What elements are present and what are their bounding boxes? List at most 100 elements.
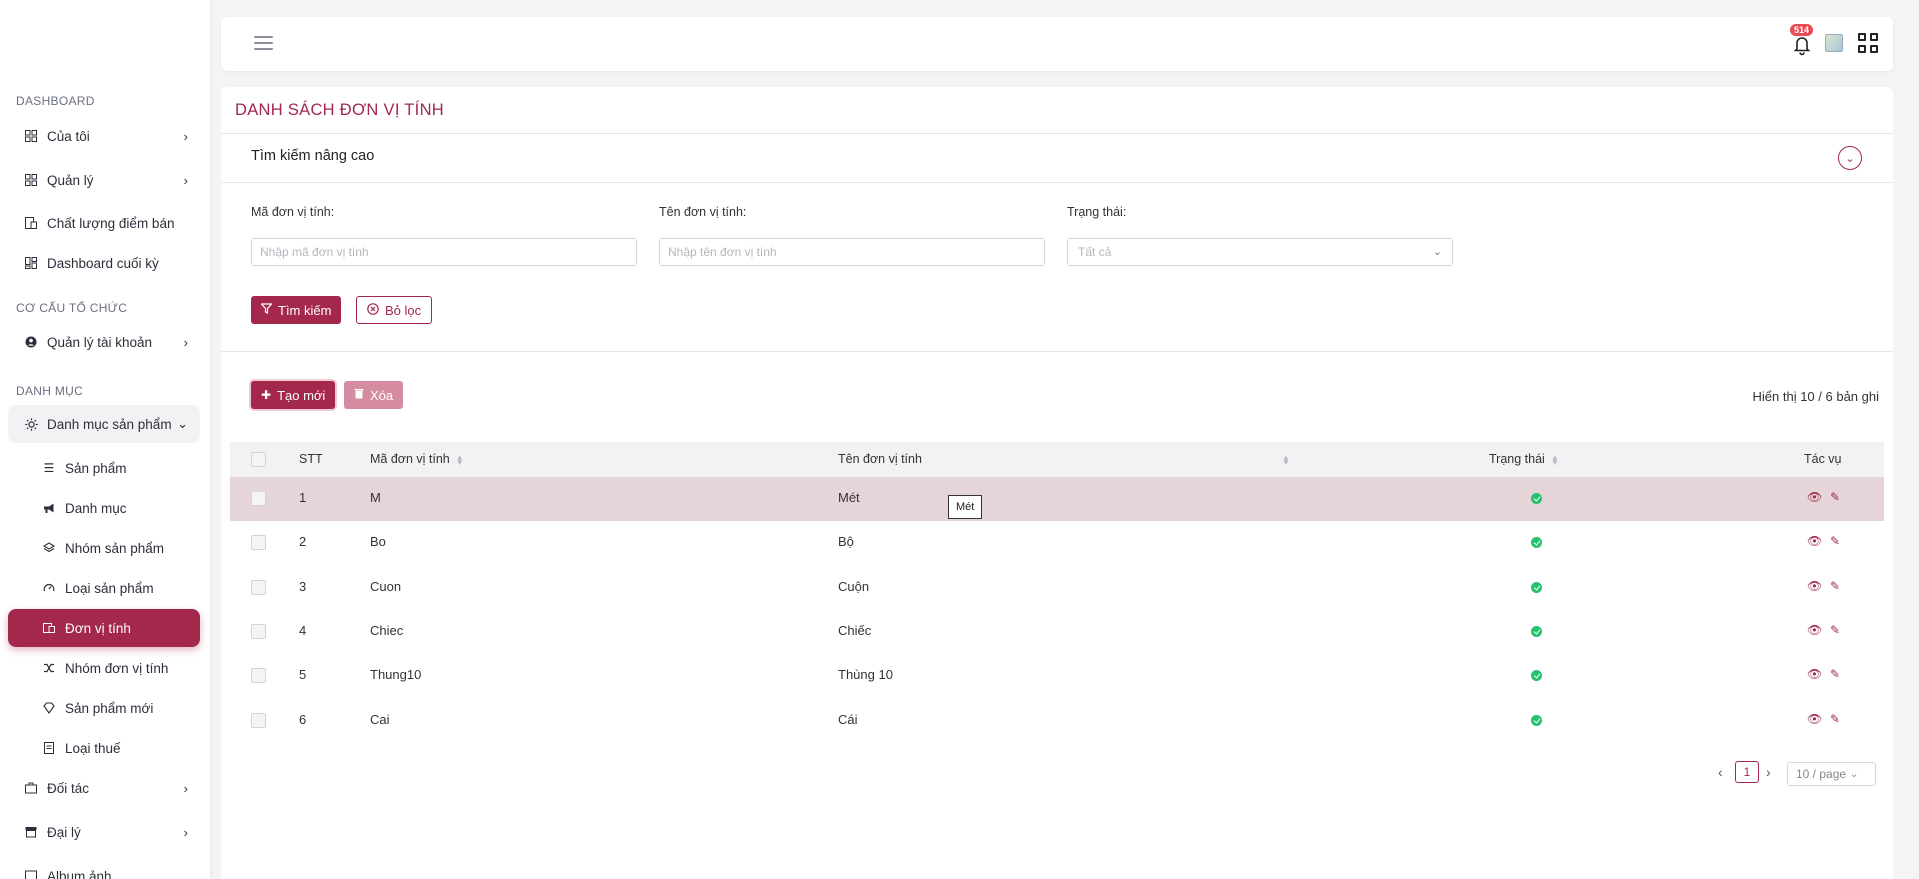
table-row[interactable]: 1 M Mét 👁 ✎ xyxy=(230,477,1884,521)
clear-filter-button[interactable]: Bỏ lọc xyxy=(356,296,433,324)
pagination-current-page[interactable]: 1 xyxy=(1735,761,1759,783)
table-row[interactable]: 6 Cai Cái 👁 ✎ xyxy=(230,699,1884,743)
avatar[interactable] xyxy=(1825,34,1843,52)
cell-stt: 3 xyxy=(299,579,307,594)
sidebar-subitem-label: Danh mục xyxy=(65,500,127,516)
sidebar-item-album-anh[interactable]: Album ảnh xyxy=(8,857,200,879)
col-name: Tên đơn vị tính xyxy=(838,452,922,466)
col-status-label: Trạng thái xyxy=(1489,452,1545,466)
delete-button[interactable]: Xóa xyxy=(344,381,404,409)
eye-icon[interactable]: 👁 xyxy=(1807,490,1822,504)
filter-icon xyxy=(260,303,273,317)
sidebar-subitem-loai-san-pham[interactable]: Loại sản phẩm xyxy=(8,569,200,607)
dashboard-bars-icon xyxy=(24,256,38,270)
sidebar-item-quan-ly-tai-khoan[interactable]: Quản lý tài khoản › xyxy=(8,323,200,361)
notification-badge: 514 xyxy=(1790,24,1814,36)
sidebar-subitem-loai-thue[interactable]: Loại thuế xyxy=(8,729,200,767)
search-button[interactable]: Tìm kiếm xyxy=(251,296,342,324)
row-checkbox[interactable] xyxy=(251,580,266,595)
eye-icon[interactable]: 👁 xyxy=(1807,534,1822,548)
sidebar-item-cua-toi[interactable]: Của tôi › xyxy=(8,117,200,155)
sidebar-item-label: Quản lý xyxy=(47,172,94,188)
chevron-down-icon: ⌄ xyxy=(177,416,188,431)
sidebar-item-chat-luong-diem-ban[interactable]: Chất lượng điểm bán xyxy=(8,204,200,242)
table-row[interactable]: 2 Bo Bộ 👁 ✎ xyxy=(230,521,1884,565)
status-check-icon xyxy=(1531,493,1542,504)
apps-grid-icon[interactable] xyxy=(1858,33,1878,53)
sidebar-subitem-don-vi-tinh[interactable]: Đơn vị tính xyxy=(8,609,200,647)
table-header: STT Mã đơn vị tính ▲ ▼ Tên đơn vị tính ▲ ▼ … xyxy=(230,442,1884,477)
col-status[interactable]: Trạng thái ▲ ▼ xyxy=(1489,452,1559,466)
collapse-toggle-icon[interactable]: ⌄ xyxy=(1838,146,1862,170)
table-row[interactable]: 5 Thung10 Thùng 10 👁 ✎ xyxy=(230,654,1884,698)
sidebar-subitem-san-pham[interactable]: ☰ Sản phẩm xyxy=(8,449,200,487)
pencil-icon[interactable]: ✎ xyxy=(1830,712,1840,726)
table-row[interactable]: 4 Chiec Chiếc 👁 ✎ xyxy=(230,610,1884,654)
name-input[interactable] xyxy=(659,238,1045,266)
eye-icon[interactable]: 👁 xyxy=(1807,667,1822,681)
row-checkbox[interactable] xyxy=(251,535,266,550)
chevron-right-icon: › xyxy=(183,824,188,840)
sidebar-item-doi-tac[interactable]: Đối tác › xyxy=(8,769,200,807)
col-name-sort[interactable]: ▲ ▼ xyxy=(1276,452,1290,466)
sidebar-item-dashboard-cuoi-ky[interactable]: Dashboard cuối kỳ xyxy=(8,244,200,282)
row-checkbox[interactable] xyxy=(251,491,266,506)
sidebar-item-dai-ly[interactable]: Đại lý › xyxy=(8,813,200,851)
sidebar-item-label: Album ảnh xyxy=(47,868,112,879)
eye-icon[interactable]: 👁 xyxy=(1807,712,1822,726)
unit-icon xyxy=(42,621,56,635)
row-checkbox[interactable] xyxy=(251,713,266,728)
sidebar-group-co-cau-to-chuc: CƠ CẤU TỔ CHỨC xyxy=(16,301,128,315)
status-select[interactable]: Tất cả ⌄ xyxy=(1067,238,1453,266)
sun-icon xyxy=(24,417,38,431)
row-checkbox[interactable] xyxy=(251,668,266,683)
pencil-icon[interactable]: ✎ xyxy=(1830,534,1840,548)
cell-stt: 2 xyxy=(299,534,307,549)
chevron-left-icon[interactable]: ‹ xyxy=(1718,764,1723,780)
cell-stt: 1 xyxy=(299,490,307,505)
cell-code: Cai xyxy=(370,712,390,727)
status-label: Trạng thái: xyxy=(1067,205,1127,219)
sort-icon: ▲ ▼ xyxy=(455,452,464,467)
sidebar-subitem-nhom-don-vi-tinh[interactable]: Nhóm đơn vị tính xyxy=(8,649,200,687)
chevron-right-icon[interactable]: › xyxy=(1766,764,1771,780)
eye-icon[interactable]: 👁 xyxy=(1807,579,1822,593)
status-check-icon xyxy=(1531,626,1542,637)
row-checkbox[interactable] xyxy=(251,624,266,639)
page-size-value: 10 / page xyxy=(1796,767,1847,781)
table-row[interactable]: 3 Cuon Cuộn 👁 ✎ xyxy=(230,566,1884,610)
diamond-icon xyxy=(42,701,56,715)
cell-stt: 5 xyxy=(299,667,307,682)
cell-stt: 6 xyxy=(299,712,307,727)
pencil-icon[interactable]: ✎ xyxy=(1830,667,1840,681)
name-label: Tên đơn vị tính: xyxy=(659,205,747,219)
cell-tooltip: Mét xyxy=(948,495,983,519)
sidebar-subitem-san-pham-moi[interactable]: Sản phẩm mới xyxy=(8,689,200,727)
code-label: Mã đơn vị tính: xyxy=(251,205,335,219)
sidebar-item-label: Danh mục sản phẩm xyxy=(47,416,172,432)
sidebar-subitem-danh-muc[interactable]: Danh mục xyxy=(8,489,200,527)
cell-name: Chiếc xyxy=(838,623,872,638)
cell-name: Mét xyxy=(838,490,860,505)
menu-toggle-icon[interactable] xyxy=(254,36,273,52)
sidebar-subitem-nhom-san-pham[interactable]: Nhóm sản phẩm xyxy=(8,529,200,567)
status-check-icon xyxy=(1531,670,1542,681)
col-code[interactable]: Mã đơn vị tính ▲ ▼ xyxy=(370,452,464,466)
create-button[interactable]: ✚ Tạo mới xyxy=(251,381,336,409)
sidebar-item-quan-ly[interactable]: Quản lý › xyxy=(8,161,200,199)
divider xyxy=(221,182,1893,183)
pencil-icon[interactable]: ✎ xyxy=(1830,579,1840,593)
select-all-checkbox[interactable] xyxy=(251,452,266,467)
status-check-icon xyxy=(1531,715,1542,726)
list-icon: ☰ xyxy=(43,461,55,475)
chevron-down-icon: ⌄ xyxy=(1850,768,1859,780)
eye-icon[interactable]: 👁 xyxy=(1807,623,1822,637)
code-input[interactable] xyxy=(251,238,637,266)
bell-icon[interactable] xyxy=(1792,34,1812,56)
pencil-icon[interactable]: ✎ xyxy=(1830,490,1840,504)
page-size-select[interactable]: 10 / page ⌄ xyxy=(1787,762,1876,786)
pencil-icon[interactable]: ✎ xyxy=(1830,623,1840,637)
sidebar-subitem-label: Loại thuế xyxy=(65,740,121,756)
sidebar-group-dashboard: DASHBOARD xyxy=(16,94,95,108)
sidebar-item-danh-muc-san-pham[interactable]: Danh mục sản phẩm ⌄ xyxy=(8,405,200,443)
